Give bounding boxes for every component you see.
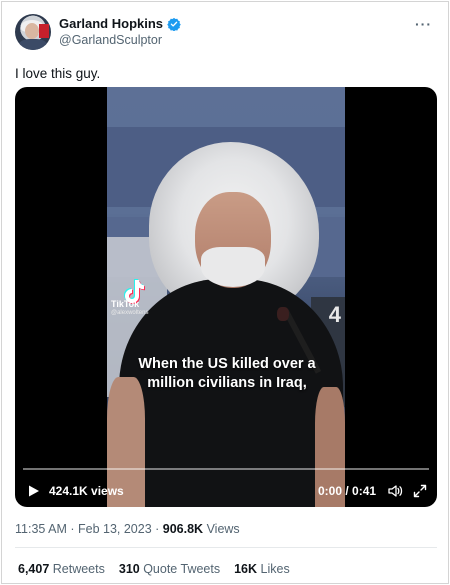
tweet-card: Garland Hopkins @GarlandSculptor ··· I l… xyxy=(1,1,449,584)
author-name-row[interactable]: Garland Hopkins xyxy=(59,16,181,31)
author-handle[interactable]: @GarlandSculptor xyxy=(59,33,162,47)
verified-badge-icon xyxy=(167,17,181,31)
author-avatar[interactable] xyxy=(15,14,51,50)
retweets-label: Retweets xyxy=(49,562,105,576)
tweet-views-label: Views xyxy=(203,522,240,536)
quote-tweets-count: 310 xyxy=(118,562,140,576)
avatar-face xyxy=(25,23,39,39)
tweet-meta: 11:35 AM · Feb 13, 2023 · 906.8K Views xyxy=(15,522,240,536)
author-display-name[interactable]: Garland Hopkins xyxy=(59,16,163,31)
divider xyxy=(15,547,437,548)
microphone-head xyxy=(277,307,289,321)
likes-label: Likes xyxy=(257,562,290,576)
tweet-stats: 6,407 Retweets 310 Quote Tweets 16K Like… xyxy=(18,562,304,576)
caption-line-2: million civilians in Iraq, xyxy=(147,375,307,391)
speaker-shirt xyxy=(119,279,343,507)
caption-line-1: When the US killed over a xyxy=(138,356,316,372)
video-caption: When the US killed over a million civili… xyxy=(127,355,327,393)
retweets-count: 6,407 xyxy=(18,562,50,576)
tweet-text: I love this guy. xyxy=(15,66,101,81)
video-view-count: 424.1K views xyxy=(49,484,124,498)
tweet-view-count: 906.8K xyxy=(162,522,204,536)
volume-icon[interactable] xyxy=(387,483,403,499)
quote-tweets-stat[interactable]: 310 Quote Tweets xyxy=(119,562,220,576)
likes-stat[interactable]: 16K Likes xyxy=(234,562,290,576)
likes-count: 16K xyxy=(234,562,258,576)
tiktok-watermark-user: @alexwoltens xyxy=(111,310,149,316)
fullscreen-icon[interactable] xyxy=(413,484,427,498)
tweet-timestamp[interactable]: 11:35 AM · Feb 13, 2023 · xyxy=(15,522,163,536)
avatar-body xyxy=(19,39,47,50)
avatar-flag xyxy=(39,24,49,38)
speaker-beard xyxy=(201,247,265,287)
play-icon[interactable] xyxy=(28,485,40,497)
retweets-stat[interactable]: 6,407 Retweets xyxy=(18,562,105,576)
video-time: 0:00 / 0:41 xyxy=(318,484,377,498)
video-progress-bar[interactable] xyxy=(23,468,429,470)
quote-tweets-label: Quote Tweets xyxy=(139,562,221,576)
more-icon[interactable]: ··· xyxy=(415,16,432,32)
tiktok-watermark-label: TikTok xyxy=(111,299,140,309)
video-player[interactable]: 4 TikTok @alexwoltens When the US killed… xyxy=(15,87,437,507)
seat-number: 4 xyxy=(328,302,341,327)
